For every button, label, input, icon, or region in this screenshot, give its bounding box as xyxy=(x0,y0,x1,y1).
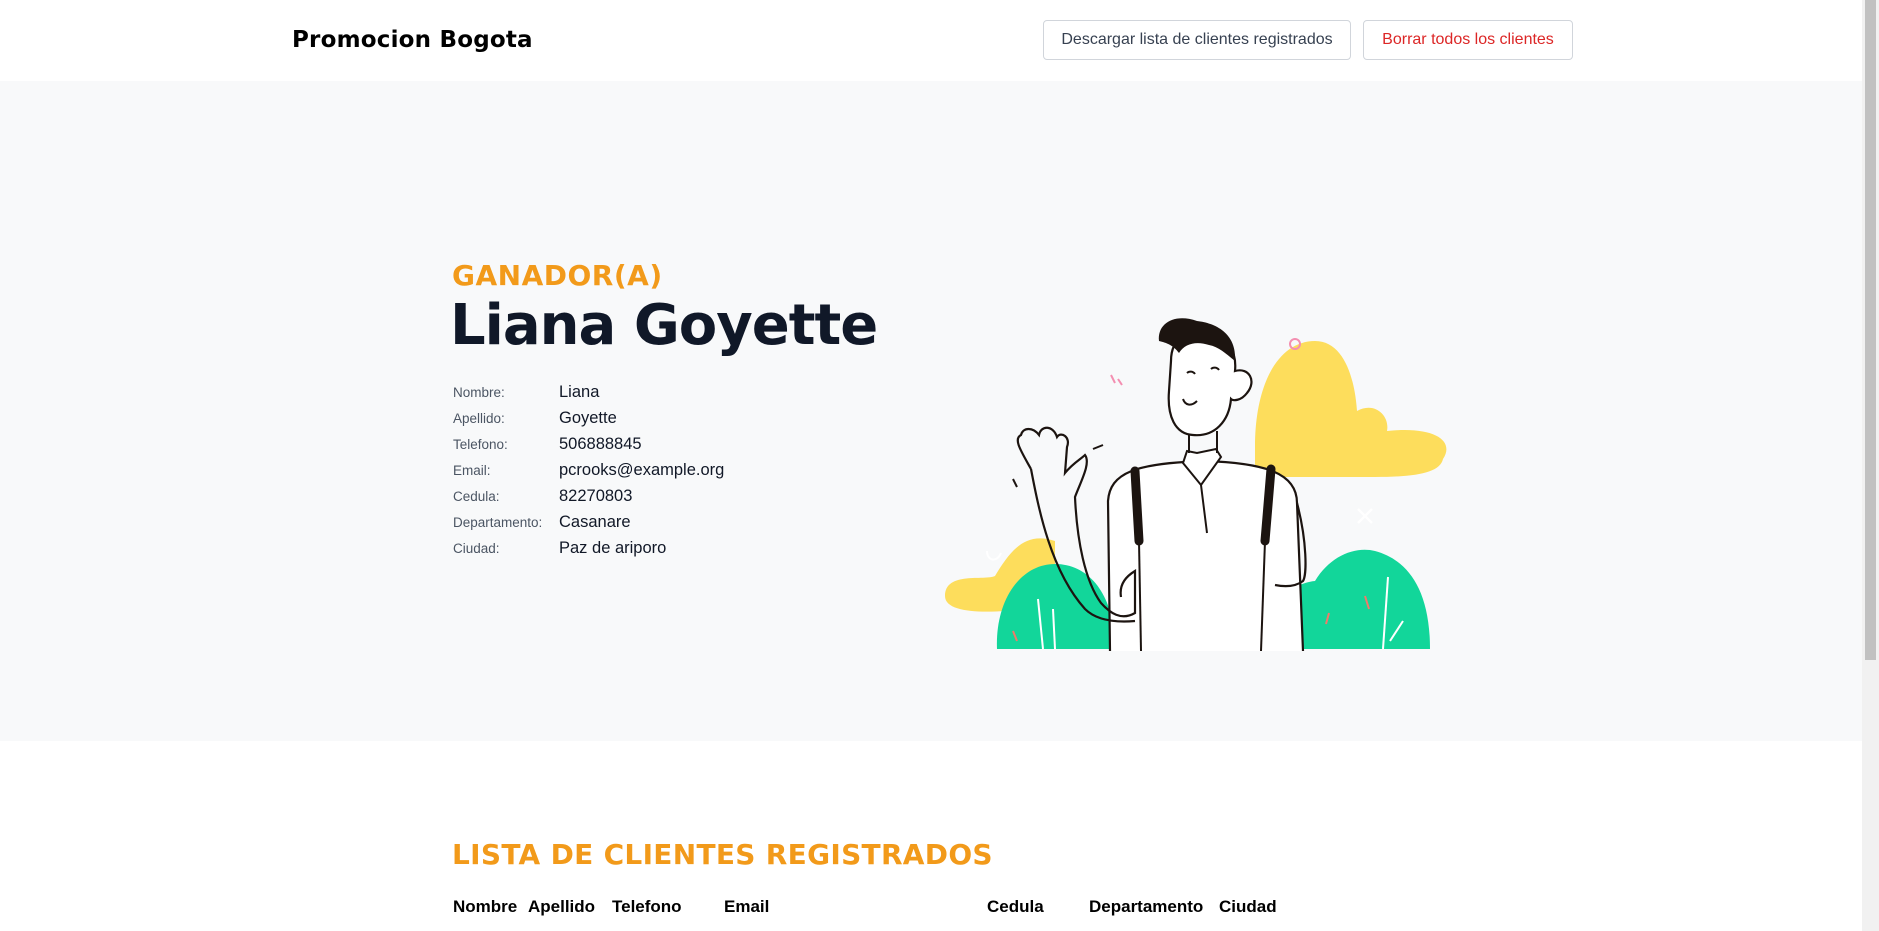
download-clients-button[interactable]: Descargar lista de clientes registrados xyxy=(1043,20,1351,60)
winner-name: Liana Goyette xyxy=(450,293,878,358)
detail-label: Email: xyxy=(453,463,491,478)
detail-label: Departamento: xyxy=(453,515,543,530)
detail-label: Telefono: xyxy=(453,437,508,452)
column-header-telefono[interactable]: Telefono xyxy=(612,897,682,917)
detail-value: Goyette xyxy=(559,409,617,427)
column-header-email[interactable]: Email xyxy=(724,897,769,917)
detail-row-cedula: Cedula: 82270803 xyxy=(453,485,853,511)
detail-row-departamento: Departamento: Casanare xyxy=(453,511,853,537)
column-header-cedula[interactable]: Cedula xyxy=(987,897,1044,917)
detail-value: 506888845 xyxy=(559,435,642,453)
detail-value: 82270803 xyxy=(559,487,633,505)
delete-all-clients-button[interactable]: Borrar todos los clientes xyxy=(1363,20,1573,60)
scrollbar-thumb[interactable] xyxy=(1865,0,1876,660)
detail-label: Cedula: xyxy=(453,489,500,504)
detail-value: pcrooks@example.org xyxy=(559,461,725,479)
detail-value: Liana xyxy=(559,383,600,401)
column-header-nombre[interactable]: Nombre xyxy=(453,897,517,917)
winner-details: Nombre: Liana Apellido: Goyette Telefono… xyxy=(453,381,853,563)
detail-row-ciudad: Ciudad: Paz de ariporo xyxy=(453,537,853,563)
detail-label: Ciudad: xyxy=(453,541,500,556)
column-header-ciudad[interactable]: Ciudad xyxy=(1219,897,1277,917)
clients-list-title: LISTA DE CLIENTES REGISTRADOS xyxy=(452,838,993,871)
column-header-departamento[interactable]: Departamento xyxy=(1089,897,1203,917)
detail-label: Nombre: xyxy=(453,385,505,400)
top-navbar: Promocion Bogota Descargar lista de clie… xyxy=(0,0,1862,81)
detail-row-email: Email: pcrooks@example.org xyxy=(453,459,853,485)
vertical-scrollbar[interactable] xyxy=(1862,0,1879,931)
detail-label: Apellido: xyxy=(453,411,505,426)
detail-value: Casanare xyxy=(559,513,631,531)
detail-row-nombre: Nombre: Liana xyxy=(453,381,853,407)
waving-man-illustration-icon xyxy=(945,318,1447,652)
winner-eyebrow: GANADOR(A) xyxy=(452,259,663,292)
detail-row-telefono: Telefono: 506888845 xyxy=(453,433,853,459)
brand-logo-text[interactable]: Promocion Bogota xyxy=(292,27,533,53)
column-header-apellido[interactable]: Apellido xyxy=(528,897,595,917)
detail-value: Paz de ariporo xyxy=(559,539,667,557)
detail-row-apellido: Apellido: Goyette xyxy=(453,407,853,433)
winner-hero: GANADOR(A) Liana Goyette Nombre: Liana A… xyxy=(0,81,1862,741)
